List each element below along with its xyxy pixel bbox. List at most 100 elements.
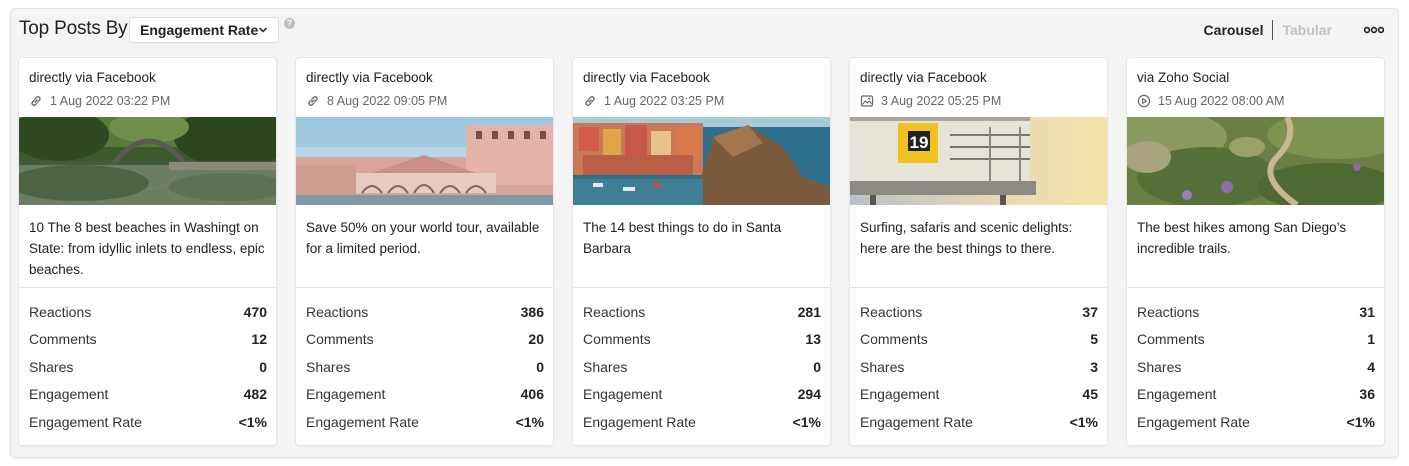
stat-reactions: Reactions 470 <box>29 298 267 326</box>
link-icon <box>308 96 318 106</box>
sort-by-dropdown[interactable]: Engagement Rate <box>129 17 279 43</box>
stat-label: Comments <box>306 331 374 348</box>
stat-label: Engagement Rate <box>1137 413 1250 430</box>
link-icon <box>31 96 41 106</box>
post-stats: Reactions 470 Comments 12 Shares 0 Engageme… <box>29 298 267 436</box>
post-caption: Save 50% on your world tour, available f… <box>306 220 540 256</box>
stat-reactions: Reactions 281 <box>583 298 821 326</box>
stat-label: Reactions <box>29 303 92 320</box>
post-stats: Reactions 37 Comments 5 Shares 3 Engagement… <box>860 298 1098 436</box>
stat-label: Reactions <box>583 303 646 320</box>
carousel-view-button[interactable]: Carousel <box>1204 22 1264 38</box>
stat-label: Comments <box>1137 331 1205 348</box>
stat-engagement-rate: Engagement Rate <1% <box>306 408 544 436</box>
post-caption: Surfing, safaris and scenic delights: he… <box>860 220 1073 256</box>
post-card[interactable]: directly via Facebook 8 Aug 2022 09:05 P… <box>296 58 553 445</box>
stat-value: 0 <box>813 358 821 375</box>
post-image-hiking-trail[interactable] <box>1127 117 1384 205</box>
stat-label: Reactions <box>1137 303 1200 320</box>
stat-comments: Comments 20 <box>306 326 544 354</box>
post-source: directly via Facebook <box>29 70 156 85</box>
post-card[interactable]: via Zoho Social 15 Aug 2022 08:00 AM The… <box>1127 58 1384 445</box>
post-image-coastal-village[interactable] <box>573 117 830 205</box>
card-divider <box>573 287 830 288</box>
post-caption: The best hikes among San Diego’s incredi… <box>1137 220 1347 256</box>
post-meta: 15 Aug 2022 08:00 AM <box>1137 94 1285 108</box>
toggle-divider <box>1272 20 1274 40</box>
post-source: via Zoho Social <box>1137 70 1230 85</box>
post-date: 8 Aug 2022 09:05 PM <box>327 94 448 108</box>
card-divider <box>296 287 553 288</box>
post-date: 3 Aug 2022 05:25 PM <box>881 94 1002 108</box>
stat-label: Engagement <box>29 386 109 403</box>
stat-value: 1 <box>1367 331 1375 348</box>
post-image-bridge-lake[interactable] <box>19 117 276 205</box>
post-source: directly via Facebook <box>306 70 433 85</box>
post-date: 1 Aug 2022 03:22 PM <box>50 94 171 108</box>
stat-value: 482 <box>243 386 267 403</box>
video-icon <box>1137 94 1151 108</box>
sort-by-value: Engagement Rate <box>140 22 259 38</box>
stat-label: Engagement <box>583 386 663 403</box>
stat-comments: Comments 12 <box>29 326 267 354</box>
top-posts-widget: Top Posts By Engagement Rate ? Carousel … <box>11 9 1398 457</box>
link-icon <box>585 96 595 106</box>
post-caption: 10 The 8 best beaches in Washingt on Sta… <box>29 220 265 277</box>
stat-label: Engagement Rate <box>29 413 142 430</box>
post-date: 15 Aug 2022 08:00 AM <box>1158 94 1285 108</box>
post-card[interactable]: directly via Facebook 1 Aug 2022 03:22 P… <box>19 58 276 445</box>
post-meta: 3 Aug 2022 05:25 PM <box>860 94 1001 108</box>
more-options-icon[interactable] <box>1364 26 1384 34</box>
stat-value: 13 <box>805 331 821 348</box>
help-icon[interactable]: ? <box>284 18 295 29</box>
stat-reactions: Reactions 37 <box>860 298 1098 326</box>
stat-engagement-rate: Engagement Rate <1% <box>29 408 267 436</box>
stat-label: Engagement <box>306 386 386 403</box>
stat-value: 45 <box>1082 386 1098 403</box>
stat-value: <1% <box>1346 413 1375 430</box>
stat-comments: Comments 13 <box>583 326 821 354</box>
stat-value: 386 <box>520 303 544 320</box>
tabular-view-button[interactable]: Tabular <box>1282 22 1332 38</box>
post-meta: 1 Aug 2022 03:22 PM <box>29 94 170 108</box>
post-source: directly via Facebook <box>583 70 710 85</box>
stat-value: 31 <box>1359 303 1375 320</box>
widget-header: Top Posts By Engagement Rate ? Carousel … <box>11 9 1398 51</box>
stat-label: Comments <box>860 331 928 348</box>
stat-label: Shares <box>583 358 628 375</box>
stat-label: Shares <box>306 358 351 375</box>
post-image-lifeguard-tower[interactable]: 19 <box>850 117 1107 205</box>
post-card[interactable]: directly via Facebook 1 Aug 2022 03:25 P… <box>573 58 830 445</box>
stat-value: 3 <box>1090 358 1098 375</box>
stat-label: Comments <box>29 331 97 348</box>
post-stats: Reactions 281 Comments 13 Shares 0 Engageme… <box>583 298 821 436</box>
stat-label: Shares <box>1137 358 1182 375</box>
post-stats: Reactions 31 Comments 1 Shares 4 Engagement… <box>1137 298 1375 436</box>
stat-value: 37 <box>1082 303 1098 320</box>
post-stats: Reactions 386 Comments 20 Shares 0 Engageme… <box>306 298 544 436</box>
stat-shares: Shares 3 <box>860 353 1098 381</box>
post-source: directly via Facebook <box>860 70 987 85</box>
post-card[interactable]: directly via Facebook 3 Aug 2022 05:25 P… <box>850 58 1107 445</box>
post-image-venice-bridge[interactable] <box>296 117 553 205</box>
stat-shares: Shares 4 <box>1137 353 1375 381</box>
stat-label: Shares <box>29 358 74 375</box>
stat-value: <1% <box>515 413 544 430</box>
stat-label: Comments <box>583 331 651 348</box>
stat-label: Engagement Rate <box>306 413 419 430</box>
image-icon <box>860 95 874 107</box>
stat-label: Engagement Rate <box>860 413 973 430</box>
stat-value: 4 <box>1367 358 1375 375</box>
post-caption: The 14 best things to do in Santa Barbar… <box>583 220 782 256</box>
post-date: 1 Aug 2022 03:25 PM <box>604 94 725 108</box>
stat-value: <1% <box>238 413 267 430</box>
stat-label: Reactions <box>860 303 923 320</box>
stat-value: 0 <box>259 358 267 375</box>
tower-number: 19 <box>910 133 929 152</box>
stat-value: 20 <box>528 331 544 348</box>
stat-value: 5 <box>1090 331 1098 348</box>
stat-engagement: Engagement 36 <box>1137 381 1375 409</box>
stat-shares: Shares 0 <box>306 353 544 381</box>
post-meta: 1 Aug 2022 03:25 PM <box>583 94 724 108</box>
stat-value: <1% <box>1069 413 1098 430</box>
